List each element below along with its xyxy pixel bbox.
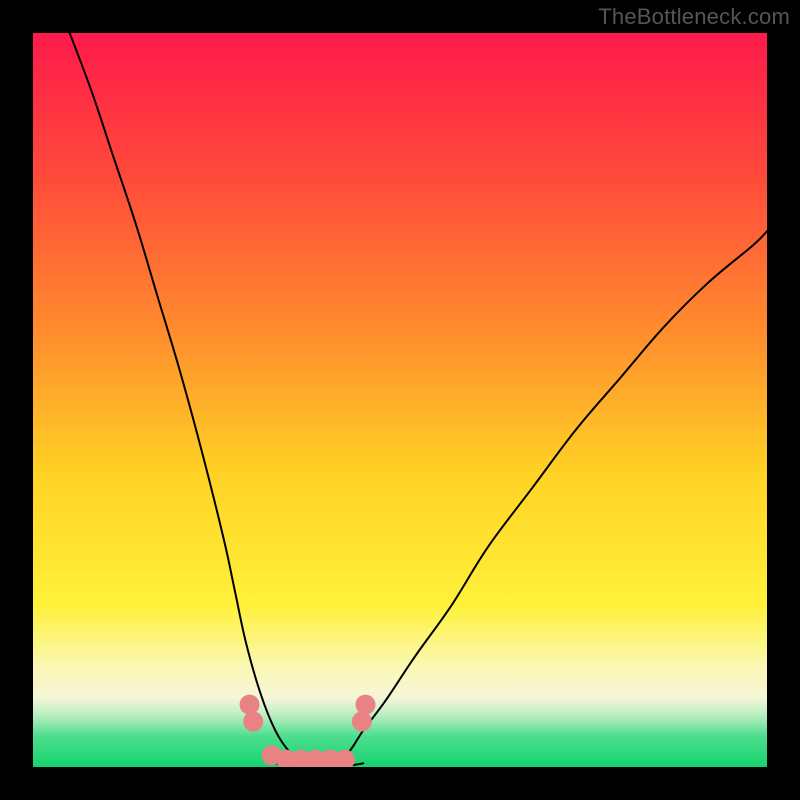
watermark-text: TheBottleneck.com [598,4,790,30]
chart-frame: TheBottleneck.com [0,0,800,800]
valley-dot [243,711,263,731]
valley-dot [352,711,372,731]
valley-dot [240,695,260,715]
chart-svg [33,33,767,767]
plot-area [33,33,767,767]
gradient-background [33,33,767,767]
valley-dot [356,695,376,715]
